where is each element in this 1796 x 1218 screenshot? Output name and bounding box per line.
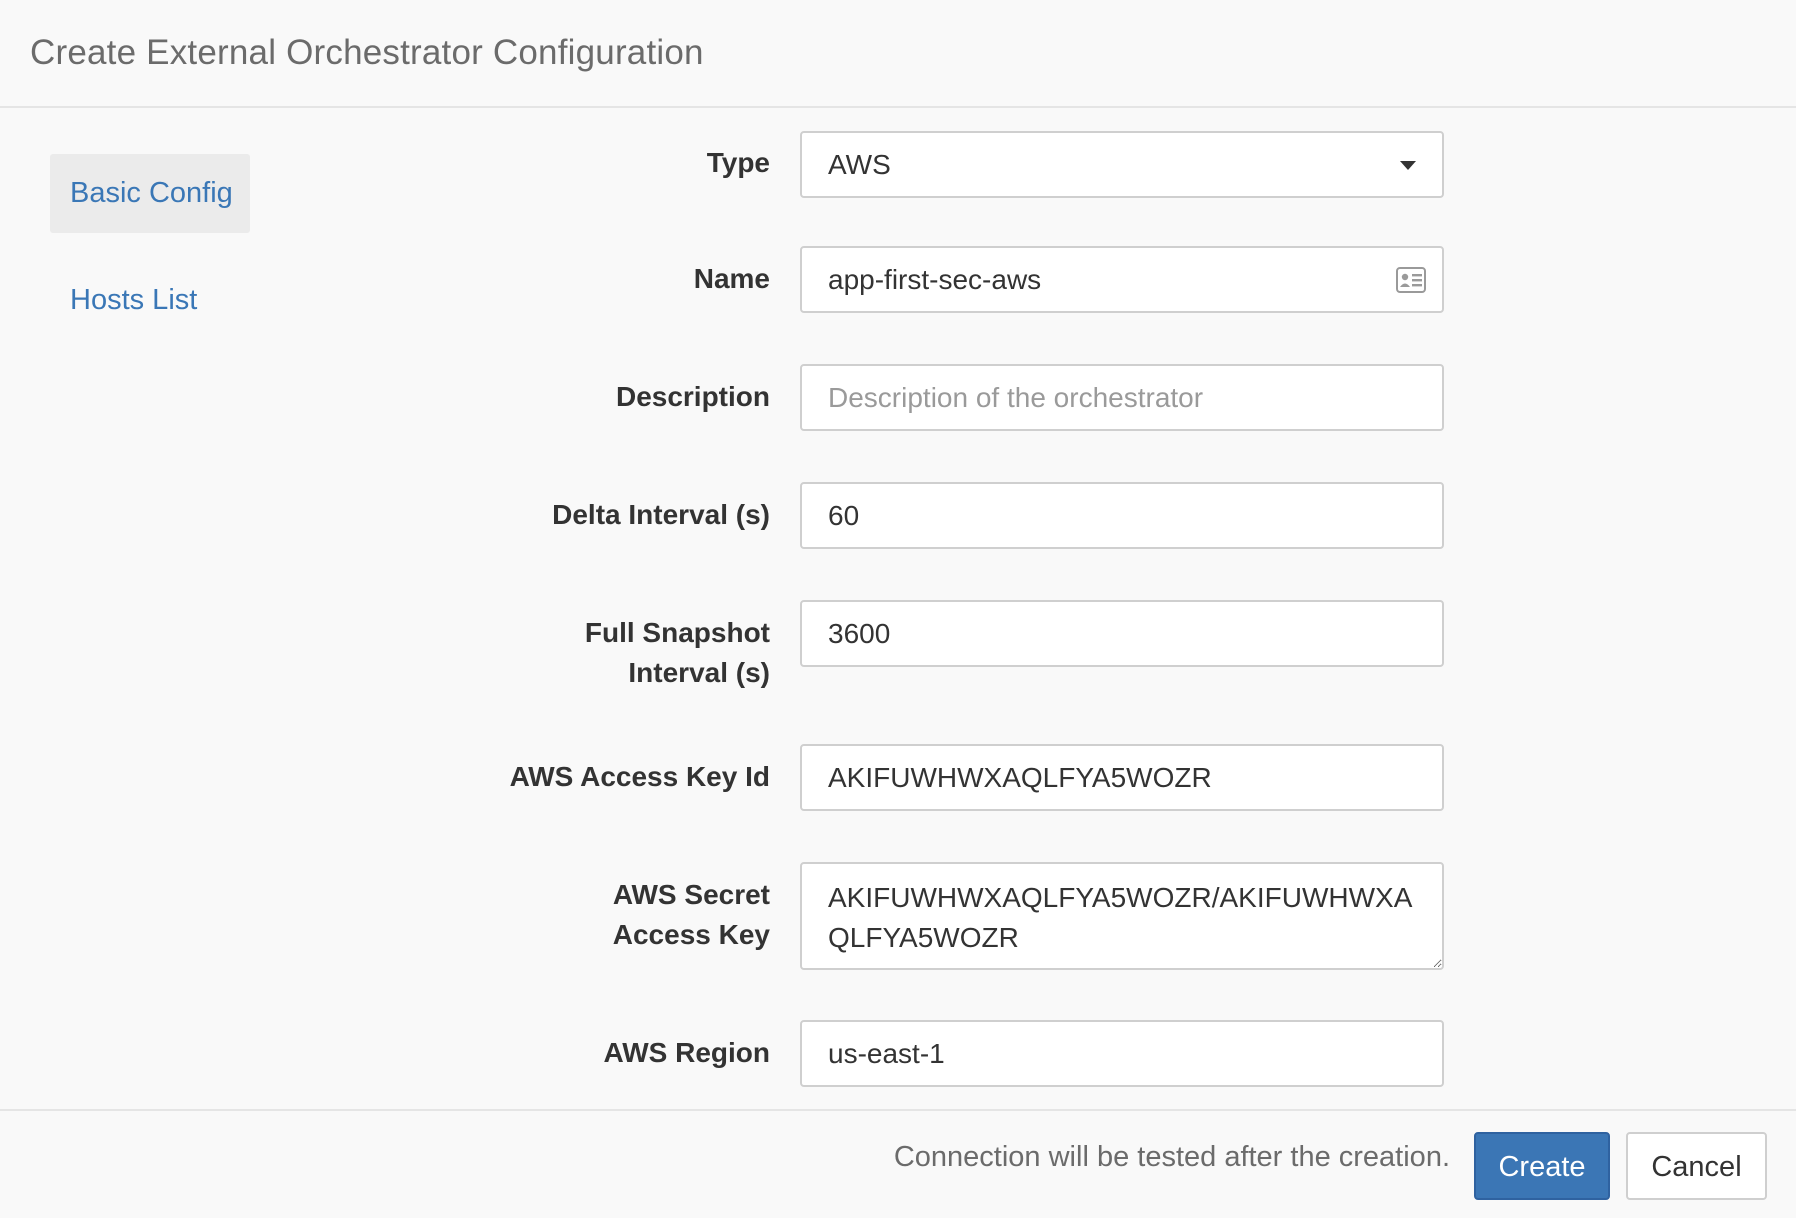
- access-key-label: AWS Access Key Id: [509, 761, 770, 792]
- delta-interval-label: Delta Interval (s): [552, 499, 770, 530]
- secret-key-textarea[interactable]: AKIFUWHWXAQLFYA5WOZR/AKIFUWHWXAQLFYA5WOZ…: [800, 862, 1444, 970]
- name-field[interactable]: app-first-sec-aws: [800, 246, 1444, 313]
- create-button[interactable]: Create: [1474, 1132, 1610, 1200]
- region-input[interactable]: [800, 1020, 1444, 1087]
- name-label: Name: [693, 263, 770, 294]
- region-label: AWS Region: [603, 1037, 770, 1068]
- type-select[interactable]: AWS: [800, 131, 1444, 198]
- create-orchestrator-modal: Create External Orchestrator Configurati…: [0, 0, 1796, 1218]
- full-snapshot-label-line1: Full Snapshot: [584, 617, 770, 648]
- type-label: Type: [706, 147, 770, 178]
- name-field-value: app-first-sec-aws: [828, 264, 1042, 295]
- full-snapshot-label-line2: Interval (s): [628, 657, 770, 688]
- connection-test-note: Connection will be tested after the crea…: [893, 1141, 1450, 1173]
- description-label: Description: [615, 381, 770, 412]
- side-navigation: Basic Config Hosts List: [50, 154, 250, 368]
- secret-key-label: AWS Secret Access Key: [350, 875, 770, 955]
- caret-down-icon: [1400, 161, 1416, 170]
- cancel-button[interactable]: Cancel: [1626, 1132, 1767, 1200]
- nav-item-basic-config[interactable]: Basic Config: [50, 154, 250, 233]
- full-snapshot-input[interactable]: [800, 600, 1444, 667]
- delta-interval-input[interactable]: [800, 482, 1444, 549]
- nav-item-hosts-list[interactable]: Hosts List: [50, 261, 250, 340]
- secret-key-label-line2: Access Key: [612, 919, 770, 950]
- modal-title: Create External Orchestrator Configurati…: [30, 33, 704, 72]
- modal-header: Create External Orchestrator Configurati…: [0, 0, 1796, 108]
- secret-key-label-line1: AWS Secret: [612, 879, 770, 910]
- modal-footer: Connection will be tested after the crea…: [0, 1109, 1796, 1218]
- type-select-value: AWS: [828, 149, 891, 180]
- contact-card-icon[interactable]: [1396, 267, 1426, 293]
- access-key-input[interactable]: [800, 744, 1444, 811]
- full-snapshot-label: Full Snapshot Interval (s): [350, 613, 770, 693]
- description-input[interactable]: [800, 364, 1444, 431]
